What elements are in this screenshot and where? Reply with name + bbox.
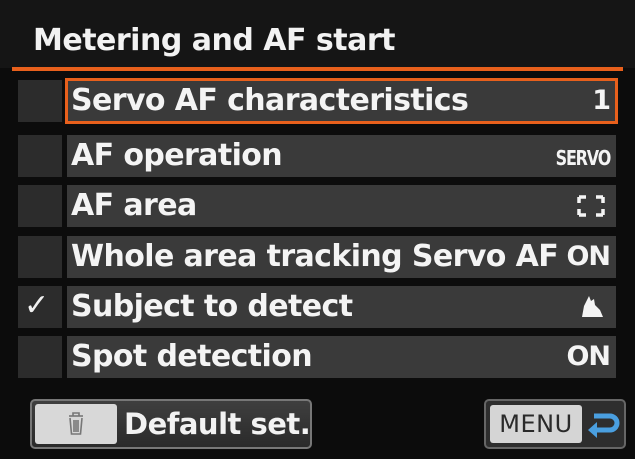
menu-return-button[interactable]: MENU (484, 399, 626, 449)
menu-item-subject-to-detect[interactable]: ✓ Subject to detect (18, 286, 616, 328)
animal-icon (582, 296, 603, 317)
item-value: 1 (592, 85, 611, 116)
item-cell[interactable]: AF operation SERVO (67, 135, 616, 177)
header-divider (12, 67, 623, 71)
checkmark-icon: ✓ (24, 288, 50, 323)
check-cell (18, 336, 62, 378)
item-cell[interactable]: Whole area tracking Servo AF ON (67, 236, 616, 278)
default-set-button[interactable]: Default set. (30, 399, 312, 449)
page-title: Metering and AF start (33, 23, 396, 58)
item-value: SERVO (555, 146, 612, 170)
check-cell (18, 135, 62, 177)
item-label: Spot detection (71, 339, 313, 374)
menu-key-label: MENU (499, 410, 573, 438)
item-cell[interactable]: Servo AF characteristics 1 (65, 78, 618, 124)
item-cell[interactable]: AF area (67, 185, 616, 227)
item-label: Subject to detect (71, 289, 353, 324)
item-value: ON (566, 341, 611, 372)
check-cell: ✓ (18, 286, 62, 328)
check-cell (18, 236, 62, 278)
item-cell[interactable]: Spot detection ON (67, 336, 616, 378)
menu-item-af-area[interactable]: AF area (18, 185, 616, 227)
item-label: Whole area tracking Servo AF (71, 239, 559, 274)
menu-header: Metering and AF start (0, 0, 635, 68)
default-set-label: Default set. (124, 407, 311, 441)
menu-item-whole-area-tracking[interactable]: Whole area tracking Servo AF ON (18, 236, 616, 278)
item-cell[interactable]: Subject to detect (67, 286, 616, 328)
trash-key (35, 404, 117, 444)
menu-item-af-operation[interactable]: AF operation SERVO (18, 135, 616, 177)
item-label: Servo AF characteristics (71, 83, 469, 118)
menu-key: MENU (490, 405, 582, 443)
camera-menu-screen: Metering and AF start Servo AF character… (0, 0, 635, 459)
menu-item-spot-detection[interactable]: Spot detection ON (18, 336, 616, 378)
menu-item-servo-af-characteristics[interactable]: Servo AF characteristics 1 (18, 78, 618, 124)
trash-icon (69, 412, 83, 435)
return-arrow-icon (588, 413, 620, 438)
check-cell (18, 80, 62, 122)
item-label: AF operation (71, 138, 283, 173)
item-value: ON (566, 241, 611, 272)
item-label: AF area (71, 188, 197, 223)
af-area-bracket-icon (577, 195, 605, 217)
check-cell (18, 185, 62, 227)
